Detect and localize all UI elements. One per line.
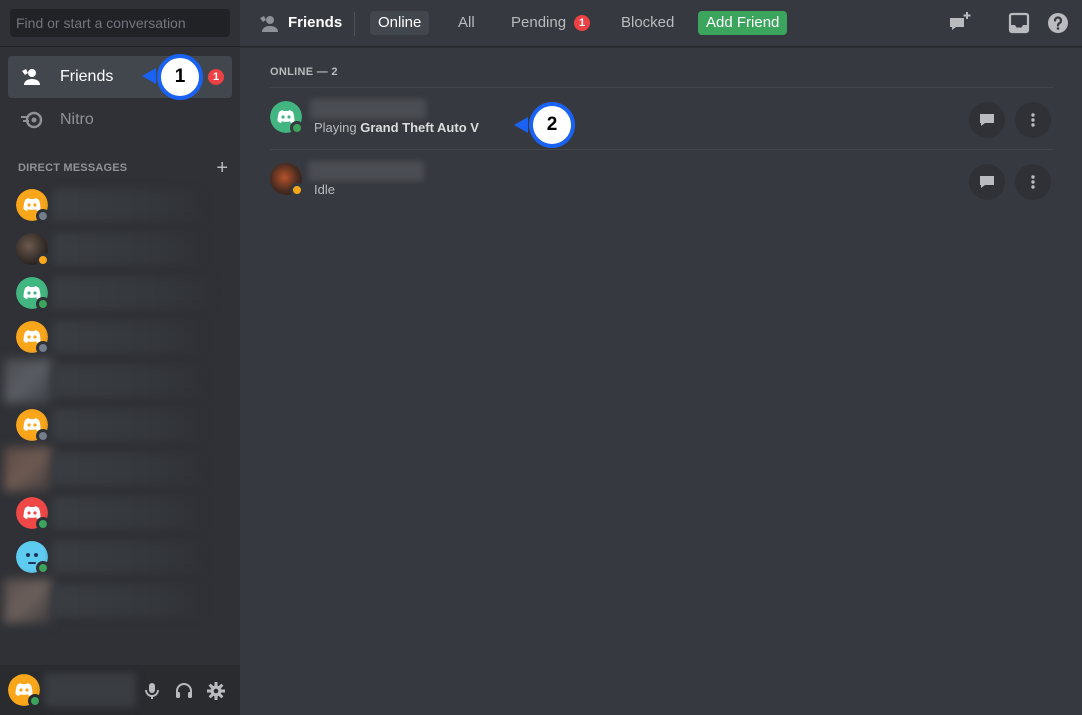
avatar [16,277,50,311]
activity-status: Idle [314,182,335,197]
friend-row[interactable]: Playing Grand Theft Auto V [270,87,1053,149]
plus-icon[interactable]: + [216,158,228,178]
tab-pending[interactable]: Pending [503,11,574,35]
callout-marker: 1 [157,54,203,100]
search-input[interactable] [10,9,230,37]
status-offline-icon [36,429,50,443]
message-icon [980,176,994,188]
redacted-name [310,99,426,119]
status-online-icon [36,517,50,531]
dm-list-item[interactable] [0,271,240,315]
scrollbar-track[interactable] [1066,48,1082,715]
dm-list-item[interactable] [0,403,240,447]
section-heading: ONLINE — 2 [270,66,338,78]
dm-list-item[interactable] [0,359,240,403]
status-online-icon [36,297,50,311]
avatar[interactable] [8,674,42,708]
tab-blocked[interactable]: Blocked [613,11,682,35]
tab-all[interactable]: All [450,11,483,35]
microphone-icon[interactable] [142,681,162,701]
dm-list-item[interactable] [0,183,240,227]
redacted-name [52,409,202,441]
status-online-icon [28,694,42,708]
sidebar-item-label: Friends [60,68,114,85]
dm-list-item[interactable] [0,447,240,491]
user-panel [0,665,240,715]
search-bar [0,0,240,47]
headphones-icon[interactable] [174,681,194,701]
dm-list-item[interactable] [0,579,240,623]
avatar [16,233,50,267]
new-group-dm-icon[interactable] [948,11,972,35]
avatar [270,163,304,197]
dm-list-item[interactable] [0,535,240,579]
settings-gear-icon[interactable] [206,681,226,701]
inbox-icon[interactable] [1007,11,1031,35]
page-title: Friends [288,14,343,31]
notification-badge: 1 [208,69,224,85]
activity-status: Playing Grand Theft Auto V [314,120,479,135]
avatar [16,189,50,223]
friend-row[interactable]: Idle [270,149,1053,211]
redacted-name [52,321,202,353]
callout-pointer [514,117,528,133]
friends-list-panel: ONLINE — 2 Playing Grand Theft Auto V Id… [240,48,1082,715]
avatar [16,497,50,531]
callout-pointer [142,68,156,84]
message-icon [980,114,994,126]
status-idle-icon [36,253,50,267]
status-online-icon [36,561,50,575]
redacted-name [52,453,202,485]
nitro-icon [21,111,43,129]
status-idle-icon [290,183,304,197]
avatar [16,409,50,443]
more-options-button[interactable] [1015,164,1051,200]
sidebar: Friends 1 Nitro 1 DIRECT MESSAGES + [0,0,240,715]
activity-game: Grand Theft Auto V [360,120,479,135]
notification-badge: 1 [574,15,590,31]
add-friend-button[interactable]: Add Friend [698,11,788,35]
direct-messages-header: DIRECT MESSAGES + [18,158,228,178]
redacted-name [52,541,202,573]
dm-list-item[interactable] [0,227,240,271]
status-offline-icon [36,209,50,223]
dm-list-item[interactable] [0,491,240,535]
redacted-name [52,365,202,397]
redacted-name [52,497,202,529]
divider [354,12,355,36]
redacted-name [308,161,424,181]
callout-marker: 2 [529,102,575,148]
status-offline-icon [36,341,50,355]
friends-icon [22,69,40,85]
redacted-name [52,585,202,617]
message-button[interactable] [969,102,1005,138]
tab-online[interactable]: Online [370,11,430,35]
section-heading: DIRECT MESSAGES [18,162,128,174]
message-button[interactable] [969,164,1005,200]
dm-list-item[interactable] [0,315,240,359]
avatar [16,541,50,575]
avatar [270,101,304,135]
activity-prefix: Playing [314,120,361,135]
photo-avatar [4,447,52,491]
sidebar-item-nitro[interactable]: Nitro [8,99,232,141]
help-icon[interactable] [1046,11,1070,35]
more-vertical-icon [1031,175,1035,189]
more-vertical-icon [1031,113,1035,127]
activity-prefix: Idle [314,182,335,197]
redacted-name [52,189,202,221]
top-bar: Friends Online All Pending 1 Blocked Add… [240,0,1082,47]
photo-avatar [4,579,52,623]
photo-avatar [4,359,52,403]
sidebar-item-label: Nitro [60,111,94,128]
avatar [16,321,50,355]
friends-icon [260,16,278,32]
more-options-button[interactable] [1015,102,1051,138]
redacted-name [44,673,136,707]
redacted-name [52,277,212,309]
redacted-name [52,233,202,265]
status-online-icon [290,121,304,135]
